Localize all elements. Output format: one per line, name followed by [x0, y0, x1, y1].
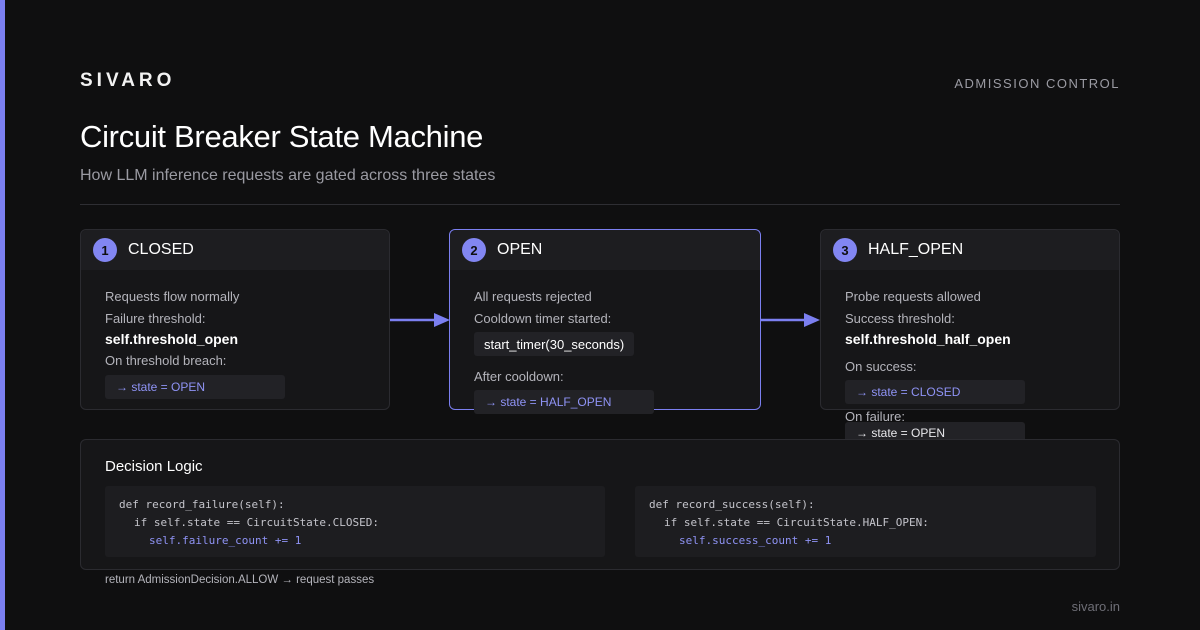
state-card-header: 2 OPEN	[450, 230, 760, 270]
code-line: self.failure_count += 1	[149, 534, 302, 547]
threshold-label: Failure threshold:	[105, 311, 206, 326]
divider	[80, 204, 1120, 205]
state-card-closed: 1 CLOSED Requests flow normally Failure …	[80, 229, 390, 410]
state-card-open: 2 OPEN All requests rejected Cooldown ti…	[449, 229, 761, 414]
state-description: Probe requests allowed	[845, 289, 981, 304]
state-name: CLOSED	[128, 241, 194, 258]
threshold-label: Success threshold:	[845, 311, 955, 326]
code-block-record-success: def record_success(self): if self.state …	[635, 486, 1096, 557]
brand-logo: SIVARO	[80, 70, 176, 91]
state-description: All requests rejected	[474, 289, 592, 304]
section-tag: ADMISSION CONTROL	[954, 76, 1120, 91]
after-cooldown-label: After cooldown:	[474, 369, 564, 384]
decision-logic-title: Decision Logic	[105, 458, 203, 475]
code-line: def record_failure(self):	[119, 498, 285, 511]
code-block-record-failure: def record_failure(self): if self.state …	[105, 486, 605, 557]
code-line: self.success_count += 1	[679, 534, 832, 547]
accent-bar	[0, 0, 5, 630]
code-line: if self.state == CircuitState.CLOSED:	[134, 516, 380, 529]
state-card-header: 1 CLOSED	[81, 230, 389, 270]
site-url: sivaro.in	[1071, 599, 1120, 614]
success-label: On success:	[845, 359, 917, 374]
state-description: Requests flow normally	[105, 289, 240, 304]
timer-call: start_timer(30_seconds)	[474, 332, 635, 356]
arrow-right-icon	[390, 313, 450, 327]
decision-logic-panel: Decision Logic def record_failure(self):…	[80, 439, 1120, 570]
code-line: if self.state == CircuitState.HALF_OPEN:	[664, 516, 929, 529]
threshold-value: self.threshold_open	[105, 331, 239, 347]
threshold-value: self.threshold_half_open	[845, 331, 1011, 347]
footnote: return AdmissionDecision.ALLOW → request…	[105, 574, 375, 586]
transition-pill: → state = OPEN	[105, 375, 285, 399]
state-name: HALF_OPEN	[868, 241, 964, 258]
state-card-header: 3 HALF_OPEN	[821, 230, 1119, 270]
state-name: OPEN	[497, 241, 543, 258]
timer-label: Cooldown timer started:	[474, 311, 612, 326]
page-title: Circuit Breaker State Machine	[80, 119, 484, 154]
trigger-label: On threshold breach:	[105, 353, 227, 368]
page-subtitle: How LLM inference requests are gated acr…	[80, 167, 496, 184]
transition-pill: → state = HALF_OPEN	[474, 390, 654, 414]
state-number-badge: 2	[462, 238, 486, 262]
code-line: def record_success(self):	[649, 498, 815, 511]
state-number-badge: 1	[93, 238, 117, 262]
state-number-badge: 3	[833, 238, 857, 262]
state-card-half-open: 3 HALF_OPEN Probe requests allowed Succe…	[820, 229, 1120, 444]
arrow-right-icon	[761, 313, 820, 327]
success-transition-pill: → state = CLOSED	[845, 380, 1025, 404]
